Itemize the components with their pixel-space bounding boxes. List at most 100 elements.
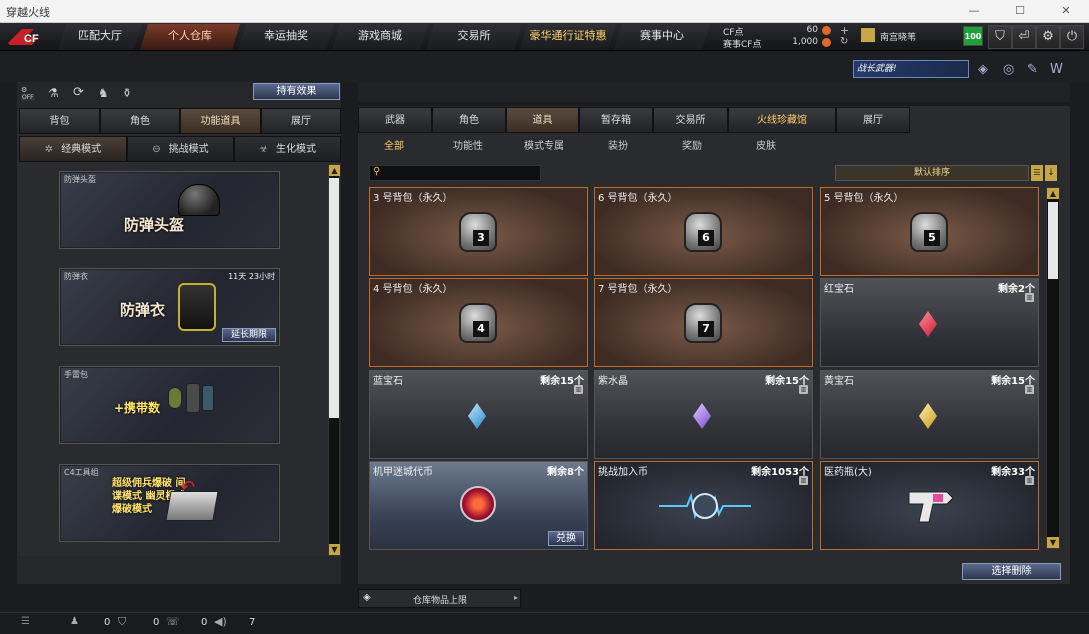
item-slot[interactable]: 3 号背包（永久） 3 xyxy=(369,187,588,276)
list-view-icon[interactable]: ☰ xyxy=(1031,165,1043,181)
mode-classic-label: 经典模式 xyxy=(61,144,102,155)
left-tab-backpack[interactable]: 背包 xyxy=(19,108,100,134)
shield-status-icon[interactable]: ⛉ xyxy=(118,615,126,629)
subtab-functional[interactable]: 功能性 xyxy=(446,138,490,156)
select-delete-button[interactable]: 选择删除 xyxy=(962,563,1061,580)
extend-term-button[interactable]: 延长期限 xyxy=(222,328,276,342)
match-cf-points-label: 赛事CF点 xyxy=(723,40,762,50)
right-tab-collection[interactable]: 火线珍藏馆 xyxy=(728,107,836,133)
trash-icon[interactable]: ▥ xyxy=(799,476,808,485)
left-tab-character[interactable]: 角色 xyxy=(100,108,180,134)
close-button[interactable]: ✕ xyxy=(1043,0,1089,23)
menu-list-icon[interactable]: ☰ xyxy=(21,616,30,627)
scroll-up-icon[interactable]: ▲ xyxy=(1047,188,1059,199)
subtab-decor[interactable]: 装扮 xyxy=(596,138,640,156)
item-slot[interactable]: 挑战加入币 剩余1053个 ▥ xyxy=(594,461,813,550)
left-tab-showroom[interactable]: 展厅 xyxy=(261,108,341,134)
subtab-skins[interactable]: 皮肤 xyxy=(744,138,788,156)
item-slot[interactable]: 7 号背包（永久） 7 xyxy=(594,278,813,367)
item-slot[interactable]: 4 号背包（永久） 4 xyxy=(369,278,588,367)
status-bar xyxy=(0,612,1089,634)
speaker-icon[interactable]: ◀) xyxy=(214,615,227,628)
item-slot[interactable]: 医药瓶(大) 剩余33个 ▥ xyxy=(820,461,1039,550)
scroll-down-icon[interactable]: ▼ xyxy=(1047,537,1059,548)
exit-room-icon[interactable]: ⏎ xyxy=(1012,25,1036,49)
sort-order-icon[interactable]: ↓ xyxy=(1045,165,1057,181)
badge-v-icon[interactable]: ◈ xyxy=(978,62,988,77)
scroll-up-icon[interactable]: ▲ xyxy=(329,165,340,176)
sort-dropdown[interactable]: 默认排序 xyxy=(835,165,1029,181)
stats-icon[interactable]: ⚗ xyxy=(48,86,59,100)
cf-points-value: 60 xyxy=(806,25,818,35)
shield-icon[interactable]: ⛉ xyxy=(988,25,1012,49)
nav-tab-shop[interactable]: 游戏商城 xyxy=(332,24,428,50)
nav-tab-event-center[interactable]: 赛事中心 xyxy=(614,24,710,50)
redeem-button[interactable]: 兑换 xyxy=(548,531,584,546)
buff-effects-button[interactable]: 持有效果 xyxy=(253,83,340,100)
card-label: 防弹衣 xyxy=(64,272,88,281)
subtab-mode-exclusive[interactable]: 模式专属 xyxy=(518,138,570,156)
scroll-down-icon[interactable]: ▼ xyxy=(329,544,340,555)
trash-icon[interactable]: ▥ xyxy=(799,385,808,394)
left-scroll-thumb[interactable] xyxy=(329,178,339,418)
right-tab-character[interactable]: 角色 xyxy=(432,107,506,133)
item-card-body-armor[interactable]: 防弹衣 11天 23小时 防弹衣 延长期限 xyxy=(59,268,280,346)
mode-classic[interactable]: ✲ 经典模式 xyxy=(19,136,127,162)
nav-tab-exchange[interactable]: 交易所 xyxy=(426,24,522,50)
right-tab-exchange[interactable]: 交易所 xyxy=(653,107,728,133)
subtab-all[interactable]: 全部 xyxy=(372,138,416,156)
search-input[interactable] xyxy=(386,167,536,179)
power-icon[interactable]: ⏻ xyxy=(1060,25,1084,49)
nav-tab-lucky-draw[interactable]: 幸运抽奖 xyxy=(238,24,334,50)
right-tab-weapons[interactable]: 武器 xyxy=(358,107,432,133)
mech-token-icon xyxy=(460,486,496,522)
right-tab-storage[interactable]: 暂存箱 xyxy=(579,107,653,133)
feather-icon[interactable]: ✎ xyxy=(1027,62,1038,77)
item-card-grenade-pack[interactable]: 手雷包 +携带数 xyxy=(59,366,280,444)
item-name: 紫水晶 xyxy=(598,376,628,387)
nav-tab-match-hall[interactable]: 匹配大厅 xyxy=(58,24,142,50)
item-slot[interactable]: 紫水晶 剩余15个 ▥ xyxy=(594,370,813,459)
globe-icon[interactable]: ◎ xyxy=(1003,62,1014,77)
item-slot[interactable]: 红宝石 剩余2个 ▥ xyxy=(820,278,1039,367)
team-icon[interactable]: ♟ xyxy=(70,616,79,627)
mode-challenge[interactable]: ⊖ 挑战模式 xyxy=(127,136,234,162)
subtab-rewards[interactable]: 奖励 xyxy=(670,138,714,156)
weapon-banner[interactable]: 战长武器! xyxy=(853,60,969,78)
maximize-button[interactable]: ☐ xyxy=(997,0,1043,23)
refresh-icon[interactable]: ↻ xyxy=(840,36,848,47)
off-toggle-icon[interactable]: ⚙ OFF xyxy=(21,86,37,102)
left-tab-function-items[interactable]: 功能道具 xyxy=(180,108,261,134)
item-slot[interactable]: 6 号背包（永久） 6 xyxy=(594,187,813,276)
item-slot[interactable]: 黄宝石 剩余15个 ▥ xyxy=(820,370,1039,459)
right-tab-showroom[interactable]: 展厅 xyxy=(836,107,910,133)
w-emblem-icon[interactable]: W xyxy=(1050,62,1063,77)
item-slot[interactable]: 5 号背包（永久） 5 xyxy=(820,187,1039,276)
chat-icon[interactable]: ☏ xyxy=(166,615,180,628)
settings-gear-icon[interactable]: ⚙ xyxy=(1036,25,1060,49)
item-card-c4-toolkit[interactable]: C4工具组 超级佣兵爆破 间谍模式 幽灵模式 爆破模式 ↶ xyxy=(59,464,280,542)
item-card-helmet[interactable]: 防弹头盔 防弹头盔 xyxy=(59,171,280,249)
potion-icon[interactable]: ⚱ xyxy=(122,86,132,100)
minimize-button[interactable]: — xyxy=(951,0,997,23)
mode-biochem[interactable]: ☣ 生化模式 xyxy=(234,136,341,162)
trash-icon[interactable]: ▥ xyxy=(1025,476,1034,485)
trash-icon[interactable]: ▥ xyxy=(1025,385,1034,394)
right-tab-items[interactable]: 道具 xyxy=(506,107,579,133)
item-name: 挑战加入币 xyxy=(598,467,648,478)
backpack-icon: 4 xyxy=(459,303,497,343)
cycle-icon[interactable]: ⟳ xyxy=(73,85,84,100)
item-slot[interactable]: 蓝宝石 剩余15个 ▥ xyxy=(369,370,588,459)
nav-tab-battle-pass[interactable]: 豪华通行证特惠 xyxy=(520,24,616,50)
search-box[interactable]: ⚲ xyxy=(369,165,541,181)
character-icon[interactable]: ♞ xyxy=(98,86,109,100)
trash-icon[interactable]: ▥ xyxy=(1025,293,1034,302)
challenge-coin-icon xyxy=(659,492,751,520)
mode-challenge-label: 挑战模式 xyxy=(168,144,209,155)
team-count: 0 xyxy=(104,617,111,628)
nav-tab-warehouse[interactable]: 个人仓库 xyxy=(140,24,240,50)
capacity-bar[interactable]: ◈ 仓库物品上限 ▸ xyxy=(358,589,521,608)
right-scroll-thumb[interactable] xyxy=(1048,202,1058,279)
trash-icon[interactable]: ▥ xyxy=(574,385,583,394)
item-slot[interactable]: 机甲迷城代币 剩余8个 兑换 xyxy=(369,461,588,550)
